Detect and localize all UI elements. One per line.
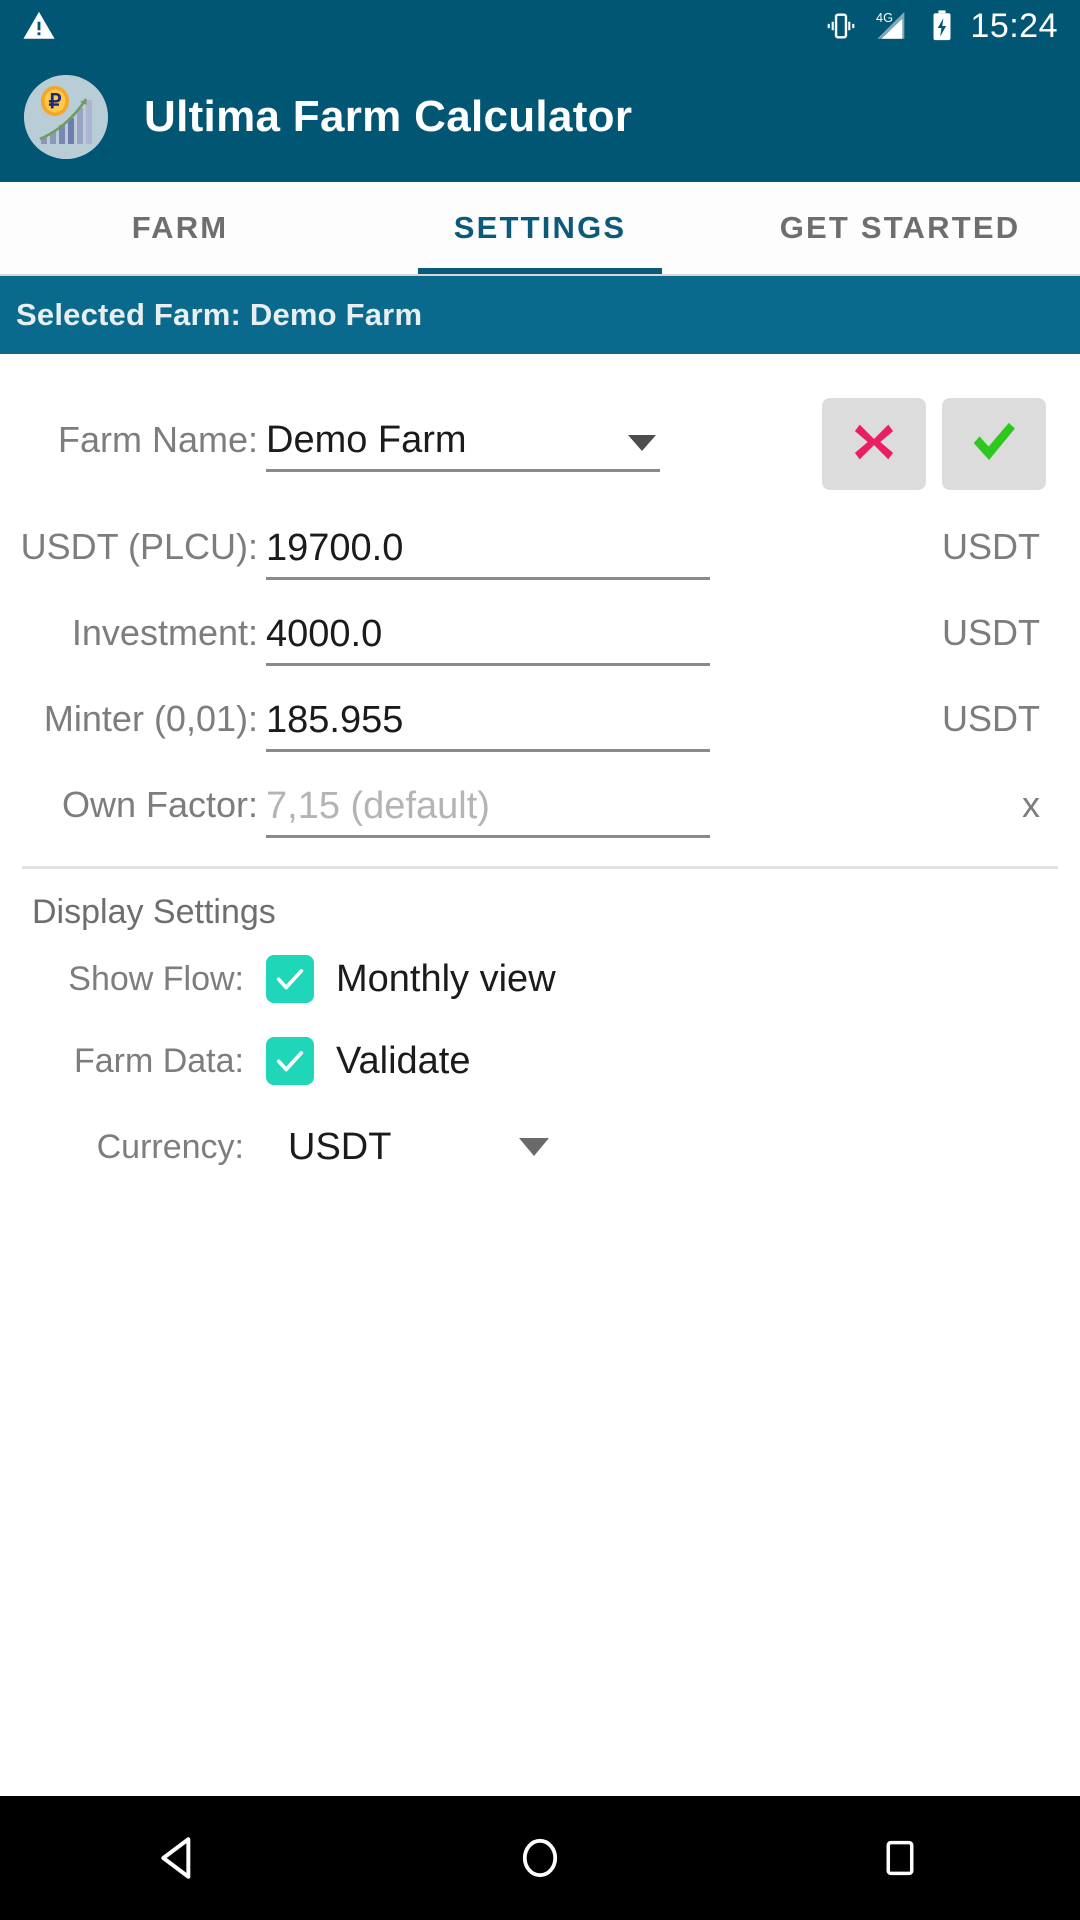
investment-value: 4000.0: [266, 613, 383, 655]
check-icon: [967, 415, 1021, 474]
minter-unit: USDT: [942, 698, 1040, 739]
check-icon: [276, 1051, 304, 1072]
nav-recents-button[interactable]: [830, 1808, 970, 1908]
chevron-down-icon[interactable]: [519, 1138, 550, 1156]
own-factor-row: Own Factor: 7,15 (default) x: [0, 752, 1080, 838]
app-logo-icon: ₽: [24, 75, 108, 159]
tab-bar: FARM SETTINGS GET STARTED: [0, 182, 1080, 276]
show-flow-label: Show Flow:: [68, 959, 244, 998]
recents-square-icon: [886, 1840, 914, 1876]
nav-home-button[interactable]: [470, 1808, 610, 1908]
status-bar: 4G 15:24: [0, 0, 1080, 52]
android-nav-bar: [0, 1796, 1080, 1920]
confirm-button[interactable]: [942, 398, 1046, 490]
tab-get-started[interactable]: GET STARTED: [720, 182, 1080, 274]
battery-charging-icon: [928, 9, 956, 43]
farm-data-label: Farm Data:: [73, 1041, 244, 1080]
usdt-plcu-input[interactable]: 19700.0: [266, 529, 710, 580]
usdt-plcu-row: USDT (PLCU): 19700.0 USDT: [0, 494, 1080, 580]
signal-bars-icon: 4G: [872, 9, 914, 43]
check-icon: [276, 969, 304, 990]
svg-text:₽: ₽: [49, 91, 62, 113]
nav-back-button[interactable]: [110, 1808, 250, 1908]
currency-value[interactable]: USDT: [288, 1126, 391, 1169]
cross-icon: [848, 416, 900, 473]
farm-data-option-label: Validate: [336, 1039, 471, 1082]
investment-row: Investment: 4000.0 USDT: [0, 580, 1080, 666]
minter-value: 185.955: [266, 699, 404, 741]
page-title: Ultima Farm Calculator: [144, 92, 633, 141]
display-settings-heading: Display Settings: [32, 893, 276, 931]
minter-input[interactable]: 185.955: [266, 701, 710, 752]
farm-data-row: Farm Data: Validate: [0, 1020, 1080, 1102]
status-bar-clock: 15:24: [970, 7, 1058, 45]
investment-unit: USDT: [942, 612, 1040, 653]
status-bar-right: 4G 15:24: [824, 9, 1058, 43]
warning-triangle-icon: [22, 9, 56, 43]
usdt-plcu-label: USDT (PLCU):: [20, 526, 258, 567]
own-factor-label: Own Factor:: [61, 784, 258, 825]
investment-input[interactable]: 4000.0: [266, 615, 710, 666]
own-factor-unit: x: [1022, 784, 1040, 825]
vibrate-icon: [824, 9, 858, 43]
tab-farm[interactable]: FARM: [0, 182, 360, 274]
home-circle-icon: [522, 1838, 558, 1878]
minter-row: Minter (0,01): 185.955 USDT: [0, 666, 1080, 752]
chevron-down-icon[interactable]: [628, 434, 656, 451]
show-flow-checkbox[interactable]: [266, 955, 314, 1003]
farm-name-value: Demo Farm: [266, 418, 467, 461]
own-factor-placeholder: 7,15 (default): [266, 785, 490, 827]
show-flow-row: Show Flow: Monthly view: [0, 938, 1080, 1020]
minter-label: Minter (0,01):: [43, 698, 258, 739]
currency-label: Currency:: [96, 1127, 244, 1166]
usdt-plcu-value: 19700.0: [266, 527, 404, 569]
farm-name-label: Farm Name:: [57, 419, 258, 460]
network-type-label: 4G: [876, 10, 893, 25]
investment-label: Investment:: [71, 612, 258, 653]
app-screen: 4G 15:24 ₽ Ultima Farm Calculator FARM S…: [0, 0, 1080, 1920]
cancel-button[interactable]: [822, 398, 926, 490]
app-bar: ₽ Ultima Farm Calculator: [0, 52, 1080, 182]
status-bar-left: [22, 9, 56, 43]
farm-name-select[interactable]: Demo Farm: [266, 421, 660, 472]
settings-content: Farm Name: Demo Farm USDT (PLCU): 19700.…: [0, 354, 1080, 1796]
farm-name-row: Farm Name: Demo Farm: [0, 384, 1080, 494]
tab-settings[interactable]: SETTINGS: [360, 182, 720, 274]
back-triangle-icon: [161, 1837, 191, 1879]
show-flow-option-label: Monthly view: [336, 957, 556, 1000]
farm-data-checkbox[interactable]: [266, 1037, 314, 1085]
own-factor-input[interactable]: 7,15 (default): [266, 787, 710, 838]
selected-farm-banner: Selected Farm: Demo Farm: [0, 276, 1080, 354]
currency-row: Currency: USDT: [0, 1102, 1080, 1192]
farm-name-actions: [822, 398, 1062, 494]
usdt-plcu-unit: USDT: [942, 526, 1040, 567]
